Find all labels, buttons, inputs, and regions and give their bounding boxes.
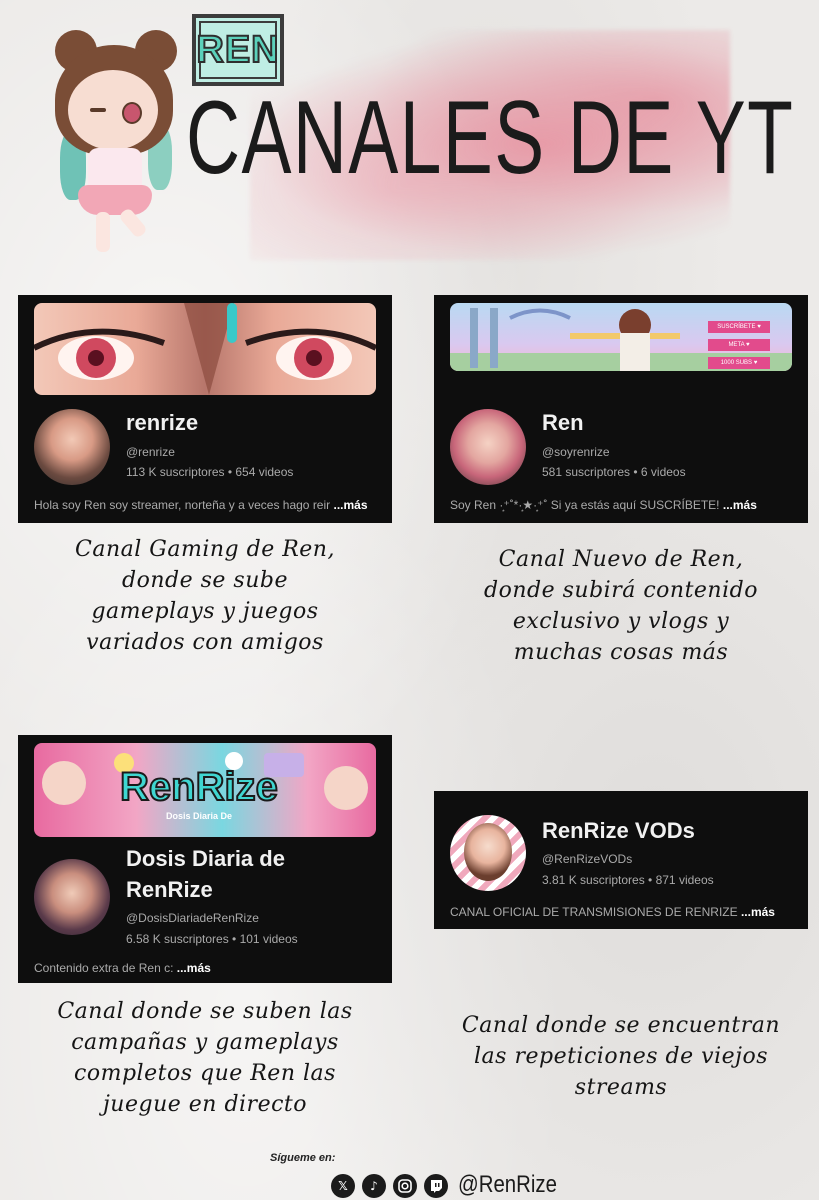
caption-nuevo: Canal Nuevo de Ren, donde subirá conteni… [484,547,758,665]
channel-avatar [450,409,526,485]
channel-card-dosis-diaria[interactable]: RenRize Dosis Diaria De Dosis Diaria de … [18,735,392,983]
channel-handle: @soyrenrize [542,445,610,459]
caption-vods: Canal donde se encuentran las repeticion… [461,1013,781,1100]
more-link[interactable]: ...más [723,498,757,512]
more-link[interactable]: ...más [741,905,775,919]
ren-logo: REN [192,14,284,86]
instagram-icon[interactable] [393,1174,417,1198]
channel-handle: @RenRizeVODs [542,852,633,866]
tiktok-icon[interactable]: ♪ [362,1174,386,1198]
footer-handle: @RenRize [458,1171,557,1198]
channel-description: CANAL OFICIAL DE TRANSMISIONES DE RENRIZ… [450,905,775,919]
twitch-icon[interactable] [424,1174,448,1198]
logo-text: REN [195,28,280,72]
banner-sign-goal: META ♥ [708,339,770,351]
channel-handle: @DosisDiariadeRenRize [126,911,259,925]
channel-banner: SUSCRÍBETE ♥ META ♥ 1000 SUBS ♥ [450,303,792,371]
channel-stats: 113 K suscriptores • 654 videos [126,465,294,479]
channel-name: Ren [542,410,584,435]
channel-stats: 3.81 K suscriptores • 871 videos [542,873,714,887]
banner-title: RenRize [119,764,279,810]
caption-dosis: Canal donde se suben las campañas y game… [57,999,353,1117]
follow-label: Sígueme en: [270,1152,336,1164]
channel-avatar [450,815,526,891]
channel-name: renrize [126,410,199,435]
more-link[interactable]: ...más [334,498,368,512]
channel-description: Contenido extra de Ren c: ...más [34,961,211,975]
channel-handle: @renrize [126,445,175,459]
channel-card-ren[interactable]: SUSCRÍBETE ♥ META ♥ 1000 SUBS ♥ Ren @soy… [434,295,808,523]
banner-sign-subscribe: SUSCRÍBETE ♥ [708,321,770,333]
page-title: CANALES DE YT [186,80,795,196]
channel-stats: 581 suscriptores • 6 videos [542,465,686,479]
caption-gaming: Canal Gaming de Ren, donde se sube gamep… [75,537,335,655]
channel-card-vods[interactable]: RenRize VODs @RenRizeVODs 3.81 K suscrip… [434,791,808,929]
channel-avatar [34,859,110,935]
banner-subtitle: Dosis Diaria De [166,811,233,821]
channel-description: Soy Ren ·͙⁺˚*·͙★·͙⁺˚ Si ya estás aquí SU… [450,498,757,512]
channel-name: Dosis Diaria de RenRize [126,846,285,902]
channel-card-renrize[interactable]: renrize @renrize 113 K suscriptores • 65… [18,295,392,523]
channel-avatar [34,409,110,485]
channel-description: Hola soy Ren soy streamer, norteña y a v… [34,498,368,512]
banner-sign-1000: 1000 SUBS ♥ [708,357,770,369]
x-icon[interactable]: 𝕏 [331,1174,355,1198]
channel-banner: RenRize Dosis Diaria De [34,743,376,837]
channel-name: RenRize VODs [542,818,695,843]
channel-banner [34,303,376,395]
channel-stats: 6.58 K suscriptores • 101 videos [126,932,298,946]
chibi-mascot-illustration [30,20,190,260]
more-link[interactable]: ...más [177,961,211,975]
